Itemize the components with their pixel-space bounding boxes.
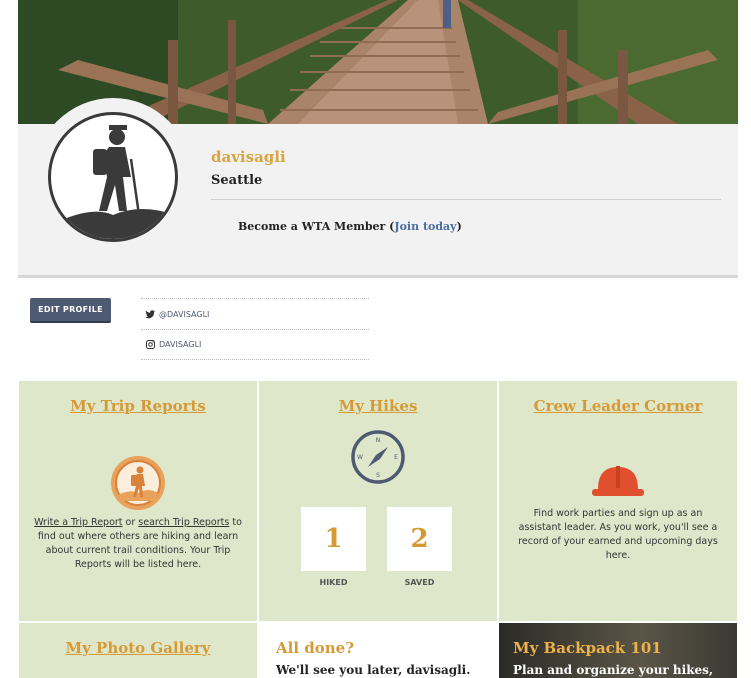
avatar-frame [34,98,192,256]
edit-profile-button[interactable]: EDIT PROFILE [30,298,111,323]
hiked-count[interactable]: 1 [301,507,366,571]
backpack-subtitle: Plan and organize your hikes, [513,663,714,677]
write-trip-report-link[interactable]: Write a Trip Report [34,517,122,528]
svg-text:S: S [376,472,380,479]
saved-label: SAVED [404,578,435,587]
twitter-link[interactable]: @DAVISAGLI [141,298,369,329]
all-done-subtitle: We'll see you later, davisagli. [276,663,471,677]
compass-icon: N S W E [351,430,405,484]
avatar [48,112,178,242]
svg-text:E: E [394,454,398,461]
saved-count[interactable]: 2 [387,507,452,571]
tile-my-hikes: My Hikes N S W E 1 HIKED 2 SAVED [259,381,497,621]
all-done-title: All done? [276,639,354,657]
instagram-handle: DAVISAGLI [159,340,202,349]
profile-username: davisagli [211,148,286,166]
twitter-handle: @DAVISAGLI [159,309,210,319]
my-hikes-title[interactable]: My Hikes [259,397,497,415]
trip-reports-or: or [122,517,139,528]
svg-text:N: N [376,437,381,444]
trip-reports-description: Write a Trip Report or search Trip Repor… [33,516,243,572]
search-trip-reports-link[interactable]: search Trip Reports [138,517,229,528]
backpack-title: My Backpack 101 [513,639,662,657]
membership-prompt: Become a WTA Member (Join today) [238,220,462,233]
instagram-link[interactable]: DAVISAGLI [141,329,369,360]
membership-prefix: Become a WTA Member ( [238,220,395,233]
tile-trip-reports: My Trip Reports Write a Trip Report or s… [19,381,257,621]
membership-suffix: ) [456,220,462,233]
hiker-icon [51,125,175,239]
tile-backpack-101[interactable]: My Backpack 101 Plan and organize your h… [499,623,737,678]
trip-report-badge-icon [111,456,165,510]
instagram-icon [141,340,159,349]
hard-hat-icon [592,466,644,496]
tile-photo-gallery: My Photo Gallery [19,623,257,678]
trip-reports-title[interactable]: My Trip Reports [19,397,257,415]
profile-city: Seattle [211,173,263,188]
crew-leader-description: Find work parties and sign up as an assi… [518,508,718,561]
hiked-label: HIKED [319,578,348,587]
profile-header: davisagli Seattle Become a WTA Member (J… [18,98,738,278]
svg-text:W: W [357,454,363,461]
tile-all-done: All done? We'll see you later, davisagli… [259,623,497,678]
join-today-link[interactable]: Join today [394,220,456,233]
divider [211,199,721,200]
tile-crew-leader-corner: Crew Leader Corner Find work parties and… [499,381,737,621]
photo-gallery-title[interactable]: My Photo Gallery [19,639,257,657]
twitter-icon [141,309,159,319]
crew-leader-title[interactable]: Crew Leader Corner [499,397,737,415]
